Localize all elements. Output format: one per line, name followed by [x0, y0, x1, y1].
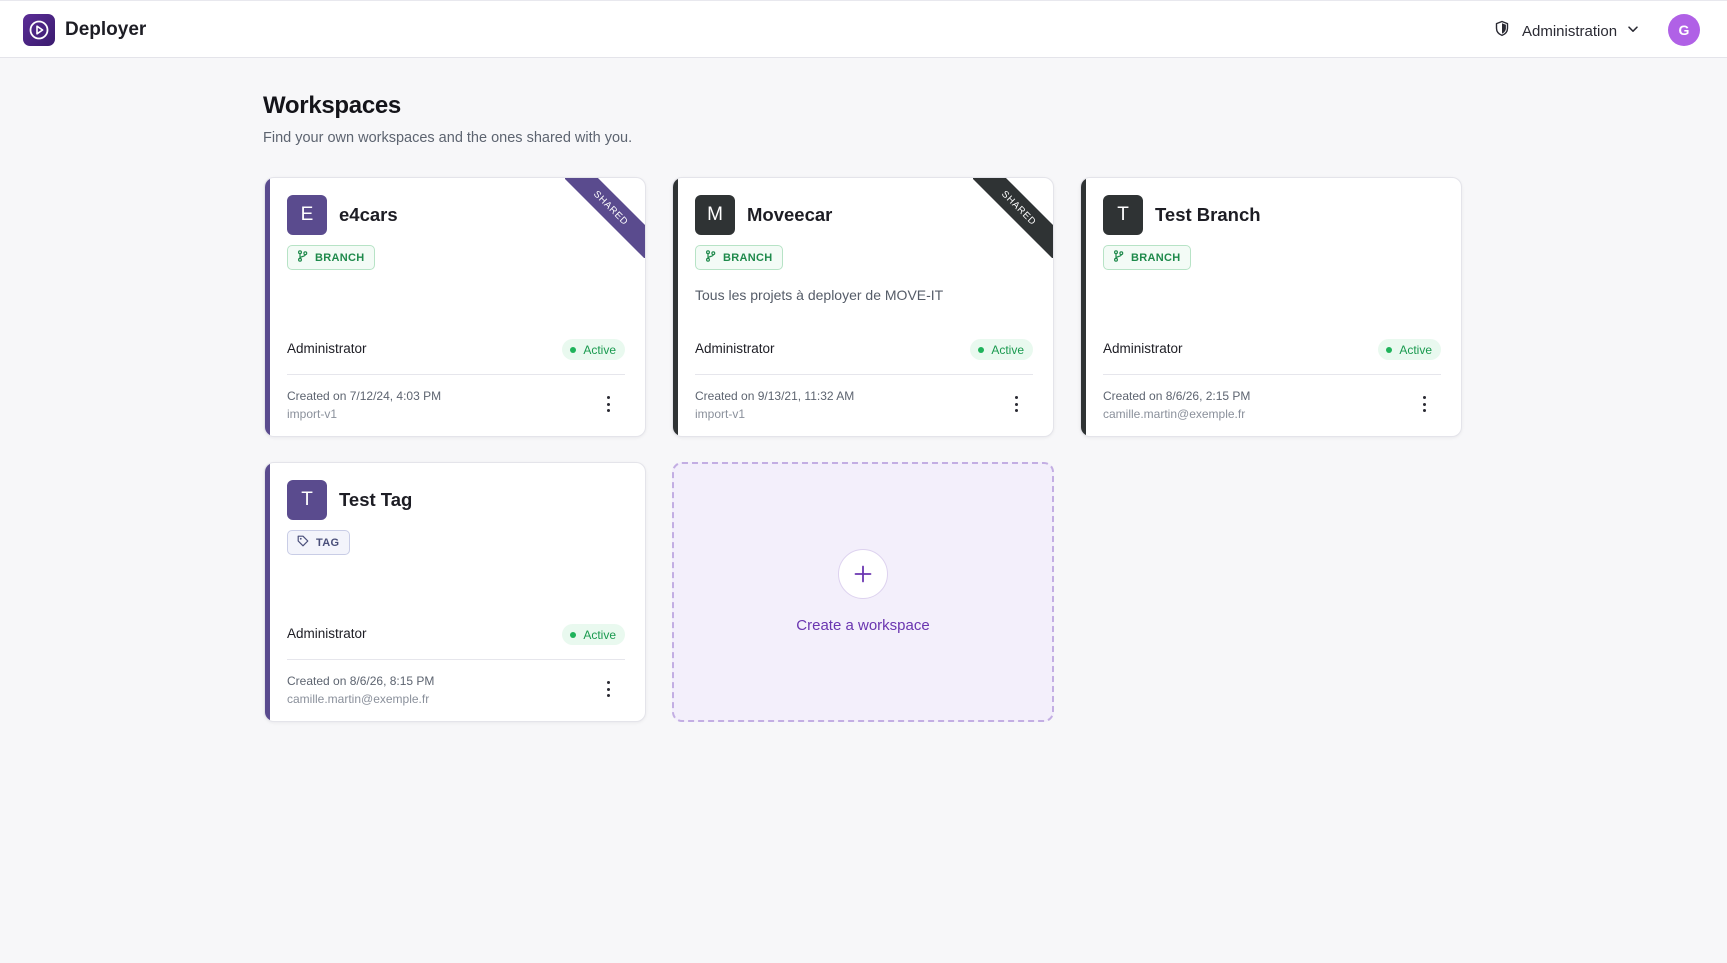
status-dot-icon [570, 346, 577, 353]
badge-label: TAG [316, 536, 340, 549]
card-accent-stripe [265, 178, 270, 436]
status-dot-icon [570, 631, 577, 638]
brand[interactable]: Deployer [23, 14, 146, 46]
tag-badge: TAG [287, 530, 351, 555]
more-options-icon[interactable] [1009, 396, 1023, 412]
workspace-initial: T [1103, 195, 1143, 235]
shield-icon [1494, 20, 1510, 42]
card-accent-stripe [673, 178, 678, 436]
page-title: Workspaces [263, 92, 401, 119]
status-label: Active [583, 627, 616, 642]
shared-ribbon-label: SHARED [973, 178, 1053, 258]
workspace-description: Tous les projets à deployer de MOVE-IT [695, 287, 944, 303]
status-dot-icon [978, 346, 985, 353]
workspace-name[interactable]: Test Tag [339, 489, 412, 511]
badge-label: BRANCH [315, 251, 365, 264]
card-divider [695, 374, 1033, 375]
status-label: Active [991, 342, 1024, 357]
deployer-logo-icon [23, 14, 55, 46]
branch-badge: BRANCH [1103, 245, 1192, 270]
tag-icon [297, 535, 316, 550]
workspace-name[interactable]: Test Branch [1155, 204, 1261, 226]
created-date: Created on 8/6/26, 8:15 PM [287, 674, 435, 688]
workspace-source: import-v1 [695, 407, 746, 421]
more-options-icon[interactable] [1417, 396, 1431, 412]
created-date: Created on 7/12/24, 4:03 PM [287, 389, 442, 403]
workspace-initial: M [695, 195, 735, 235]
workspace-card[interactable]: T Test Tag TAG Administrator Active Crea… [264, 462, 646, 722]
shared-ribbon: SHARED [565, 178, 645, 258]
created-date: Created on 9/13/21, 11:32 AM [695, 389, 855, 403]
card-accent-stripe [1081, 178, 1086, 436]
card-accent-stripe [265, 463, 270, 721]
top-bar: Deployer Administration G [0, 0, 1727, 58]
workspace-owner-email: camille.martin@exemple.fr [287, 692, 430, 706]
status-label: Active [1399, 342, 1432, 357]
status-badge: Active [562, 624, 625, 645]
more-options-icon[interactable] [601, 396, 615, 412]
card-divider [287, 659, 625, 660]
chevron-down-icon [1627, 22, 1639, 40]
git-branch-icon [297, 250, 315, 265]
status-badge: Active [1378, 339, 1441, 360]
workspace-role: Administrator [287, 341, 367, 356]
shared-ribbon: SHARED [973, 178, 1053, 258]
create-workspace-card[interactable]: Create a workspace [672, 462, 1054, 722]
create-workspace-label[interactable]: Create a workspace [674, 617, 1052, 634]
card-divider [1103, 374, 1441, 375]
workspace-name[interactable]: Moveecar [747, 204, 832, 226]
badge-label: BRANCH [1131, 251, 1181, 264]
branch-badge: BRANCH [287, 245, 376, 270]
workspace-owner-email: camille.martin@exemple.fr [1103, 407, 1246, 421]
workspace-card[interactable]: T Test Branch BRANCH Administrator Activ… [1080, 177, 1462, 437]
workspace-role: Administrator [287, 626, 367, 641]
plus-icon[interactable] [838, 549, 888, 599]
workspace-card[interactable]: SHARED E e4cars BRANCH Administrator Act… [264, 177, 646, 437]
status-badge: Active [562, 339, 625, 360]
page-subtitle: Find your own workspaces and the ones sh… [263, 130, 633, 146]
user-avatar[interactable]: G [1668, 14, 1700, 46]
status-dot-icon [1386, 346, 1393, 353]
workspace-card[interactable]: SHARED M Moveecar BRANCH Tous les projet… [672, 177, 1054, 437]
card-divider [287, 374, 625, 375]
workspace-role: Administrator [1103, 341, 1183, 356]
administration-menu[interactable]: Administration [1494, 20, 1639, 42]
shared-ribbon-label: SHARED [565, 178, 645, 258]
status-badge: Active [970, 339, 1033, 360]
git-branch-icon [705, 250, 723, 265]
created-date: Created on 8/6/26, 2:15 PM [1103, 389, 1251, 403]
workspace-source: import-v1 [287, 407, 338, 421]
badge-label: BRANCH [723, 251, 773, 264]
workspace-name[interactable]: e4cars [339, 204, 398, 226]
workspace-role: Administrator [695, 341, 775, 356]
workspace-initial: E [287, 195, 327, 235]
status-label: Active [583, 342, 616, 357]
administration-label: Administration [1522, 22, 1618, 40]
app-name: Deployer [65, 19, 147, 40]
more-options-icon[interactable] [601, 681, 615, 697]
branch-badge: BRANCH [695, 245, 784, 270]
workspace-initial: T [287, 480, 327, 520]
git-branch-icon [1113, 250, 1131, 265]
